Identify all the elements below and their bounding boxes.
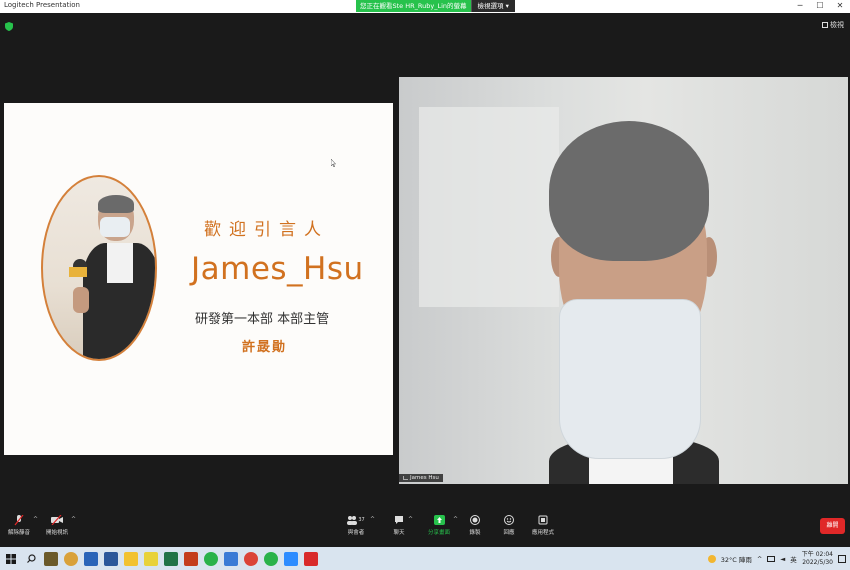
record-button[interactable]: 錄製 [469,514,481,536]
slide-welcome: 歡迎引言人 [204,220,329,240]
clock-time: 下午 02:04 [801,550,833,558]
chat-label: 聊天 [393,530,405,536]
video-off-icon [51,514,63,526]
zoom-window: Logitech Presentation ─ ☐ ✕ 您正在觀看Ste HR_… [0,0,850,570]
record-icon [469,514,481,526]
signal-icon [403,476,408,480]
apps-button[interactable]: 應用程式 [532,514,554,536]
share-banner-label: 您正在觀看Ste HR_Ruby_Lin的螢幕 [356,0,471,12]
apps-label: 應用程式 [532,530,555,536]
chevron-up-icon[interactable]: ^ [370,516,375,523]
start-video-button[interactable]: 開始視訊 ^ [46,514,76,536]
slide-role: 研發第一本部 本部主管 [195,312,330,327]
word-icon[interactable] [104,551,118,566]
task-view-icon[interactable] [44,551,58,566]
clock-date: 2022/5/30 [802,558,833,566]
chevron-up-icon[interactable]: ^ [757,555,762,563]
zoom-icon[interactable] [284,551,298,566]
maximize-button[interactable]: ☐ [810,0,830,13]
view-button[interactable]: 檢視 [822,20,844,30]
search-icon[interactable] [24,552,38,566]
network-icon[interactable] [767,555,776,562]
view-options-button[interactable]: 檢視選項 ▾ [470,0,515,12]
record-label: 錄製 [469,530,481,536]
participants-count: 37 [358,517,365,523]
share-banner: 您正在觀看Ste HR_Ruby_Lin的螢幕 檢視選項 ▾ [356,0,515,12]
leave-button[interactable]: 離開 [820,518,845,534]
share-screen-button[interactable]: 分享畫面 ^ [428,514,458,536]
line-icon[interactable] [264,551,278,566]
cursor-icon [331,159,336,167]
sticky-notes-icon[interactable] [144,551,158,566]
reactions-button[interactable]: 回應 [503,514,515,536]
unmute-button[interactable]: 解除靜音 ^ [8,514,38,536]
share-screen-icon [433,514,445,526]
participants-icon: 37 [345,514,367,526]
chat-button[interactable]: 聊天 ^ [393,514,413,536]
ime-indicator[interactable]: 英 [790,554,797,564]
line-icon[interactable] [204,551,218,566]
chrome-icon[interactable] [244,551,258,566]
chrome-icon[interactable] [64,551,78,566]
weather-icon[interactable] [707,554,716,563]
excel-icon[interactable] [164,551,178,566]
chat-icon [393,514,405,526]
notification-icon[interactable] [838,554,846,563]
close-button[interactable]: ✕ [830,0,850,13]
apps-icon [537,514,549,526]
participants-button[interactable]: 37 與會者 ^ [345,514,375,536]
shared-slide: 歡迎引言人 James_Hsu 研發第一本部 本部主管 許晸勛 [4,103,393,455]
outlook-icon[interactable] [84,551,98,566]
app-icon[interactable] [224,551,238,566]
shield-icon[interactable] [5,22,13,31]
reactions-label: 回應 [503,530,515,536]
chevron-up-icon[interactable]: ^ [33,516,38,523]
chevron-up-icon[interactable]: ^ [408,516,413,523]
windows-start-icon[interactable] [4,552,18,566]
volume-icon[interactable]: ◄ [780,555,785,563]
unmute-label: 解除靜音 [8,530,31,536]
chevron-up-icon[interactable]: ^ [453,516,458,523]
share-screen-label: 分享畫面 [428,530,451,536]
chevron-up-icon[interactable]: ^ [71,516,76,523]
participant-name-tag: James Hsu [399,474,443,482]
mic-muted-icon [13,514,25,526]
participants-label: 與會者 [347,530,365,536]
slide-chinese-name: 許晸勛 [242,340,288,355]
app-title: Logitech Presentation [4,1,80,9]
weather-label[interactable]: 32°C 陣雨 [721,554,752,564]
powerpoint-icon[interactable] [184,551,198,566]
slide-speaker-name: James_Hsu [191,251,364,287]
reactions-icon [503,514,515,526]
clock[interactable]: 下午 02:04 2022/5/30 [802,551,833,567]
view-label: 檢視 [830,21,844,29]
speaker-photo [41,175,157,361]
participant-video[interactable]: James Hsu [399,77,848,484]
start-video-label: 開始視訊 [46,530,69,536]
grid-icon [822,22,828,28]
system-tray: 32°C 陣雨 ^ ◄ 英 下午 02:04 2022/5/30 [707,547,846,570]
file-explorer-icon[interactable] [124,551,138,566]
acrobat-icon[interactable] [304,551,318,566]
minimize-button[interactable]: ─ [790,0,810,13]
participant-name: James Hsu [410,475,439,481]
